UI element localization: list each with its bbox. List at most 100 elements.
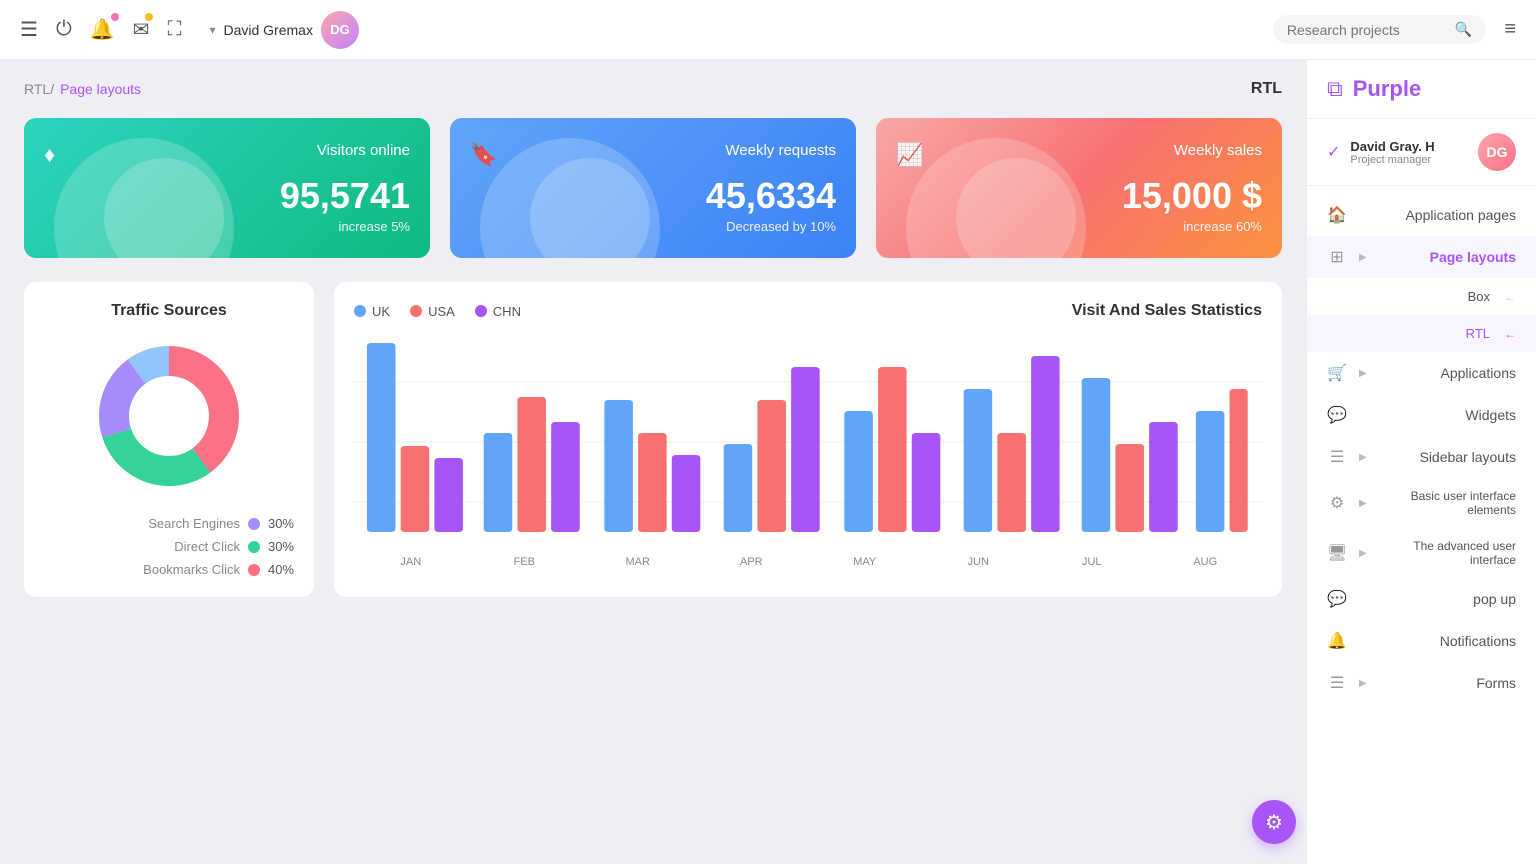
sidebar-item-notifications[interactable]: 🔔 Notifications bbox=[1307, 620, 1536, 662]
notifications-icon: 🔔 bbox=[1327, 631, 1347, 651]
power-icon[interactable]: ⏻ bbox=[56, 18, 72, 41]
search-bar[interactable]: 🔍 bbox=[1273, 15, 1486, 44]
hamburger-menu[interactable]: ≡ bbox=[1504, 18, 1516, 41]
donut-container bbox=[44, 336, 294, 496]
rtl-back-arrow: ← bbox=[1504, 327, 1516, 341]
stat-cards: ♦ Visitors online 95,5741 increase 5% 🔖 … bbox=[24, 118, 1282, 258]
donut-legend: Search Engines 30% Direct Click 30% Book… bbox=[44, 516, 294, 577]
chn-dot bbox=[475, 305, 487, 317]
sidebar-user-role: Project manager bbox=[1350, 154, 1468, 166]
settings-fab[interactable]: ⚙ bbox=[1252, 800, 1296, 844]
month-may: MAY bbox=[808, 556, 922, 568]
usa-dot bbox=[410, 305, 422, 317]
legend-item-bookmarks: Bookmarks Click 40% bbox=[44, 562, 294, 577]
brand-name: Purple bbox=[1353, 76, 1421, 102]
visitors-sub: increase 5% bbox=[44, 219, 410, 234]
sidebar-item-advanced-ui[interactable]: 🖥 ▶ The advanced user interface bbox=[1307, 528, 1536, 578]
popup-icon: 💬 bbox=[1327, 589, 1347, 609]
sidebar-layouts-label: Sidebar layouts bbox=[1377, 449, 1516, 465]
requests-title: Weekly requests bbox=[725, 142, 836, 159]
sidebar-user-avatar: DG bbox=[1478, 133, 1516, 171]
breadcrumb-right: RTL bbox=[1251, 80, 1282, 98]
stat-card-sales: 📈 Weekly sales 15,000 $ increase 60% bbox=[876, 118, 1282, 258]
donut-center bbox=[131, 378, 207, 454]
list-icon[interactable]: ☰ bbox=[20, 17, 38, 42]
sidebar-item-popup[interactable]: 💬 pop up bbox=[1307, 578, 1536, 620]
month-apr: APR bbox=[695, 556, 809, 568]
basic-ui-icon: ⚙ bbox=[1327, 493, 1347, 513]
rtl-label: RTL bbox=[1351, 326, 1490, 341]
sidebar-user-info: David Gray. H Project manager bbox=[1350, 139, 1468, 166]
advanced-ui-arrow: ▶ bbox=[1359, 548, 1367, 559]
month-feb: FEB bbox=[468, 556, 582, 568]
page-layouts-arrow: ▶ bbox=[1359, 252, 1367, 263]
donut-svg bbox=[89, 336, 249, 496]
legend-dot-search bbox=[248, 518, 260, 530]
sidebar-brand: ⧉ Purple bbox=[1307, 60, 1536, 119]
legend-label-search: Search Engines bbox=[44, 516, 240, 531]
sidebar-item-widgets[interactable]: 💬 Widgets bbox=[1307, 394, 1536, 436]
uk-label: UK bbox=[372, 304, 390, 319]
sidebar-item-sidebar-layouts[interactable]: ☰ ▶ Sidebar layouts bbox=[1307, 436, 1536, 478]
cart-icon: 🛒 bbox=[1327, 363, 1347, 383]
month-jan: JAN bbox=[354, 556, 468, 568]
usa-label: USA bbox=[428, 304, 455, 319]
bar-legend: UK USA CHN bbox=[354, 304, 521, 319]
legend-usa: USA bbox=[410, 304, 455, 319]
sidebar-item-basic-ui[interactable]: ⚙ ▶ Basic user interface elements bbox=[1307, 478, 1536, 528]
sales-sub: increase 60% bbox=[896, 219, 1262, 234]
forms-arrow: ▶ bbox=[1359, 678, 1367, 689]
sidebar-item-rtl[interactable]: RTL ← bbox=[1307, 315, 1536, 352]
grid-icon: ⊞ bbox=[1327, 247, 1347, 267]
topnav-avatar: DG bbox=[321, 11, 359, 49]
applications-label: Applications bbox=[1377, 365, 1516, 381]
traffic-chart: Traffic Sources bbox=[24, 282, 314, 597]
notifications-label: Notifications bbox=[1357, 633, 1516, 649]
box-label: Box bbox=[1351, 289, 1490, 304]
bar-months: JAN FEB MAR APR MAY JUN JUL AUG bbox=[354, 556, 1262, 568]
widgets-label: Widgets bbox=[1357, 407, 1516, 423]
sales-icon: 📈 bbox=[896, 142, 923, 168]
bar-chart-title: Visit And Sales Statistics bbox=[1072, 302, 1262, 320]
chn-label: CHN bbox=[493, 304, 521, 319]
applications-arrow: ▶ bbox=[1359, 368, 1367, 379]
legend-dot-bookmarks bbox=[248, 564, 260, 576]
stat-card-visitors: ♦ Visitors online 95,5741 increase 5% bbox=[24, 118, 430, 258]
bar-chart-svg bbox=[354, 332, 1262, 552]
sidebar-item-applications[interactable]: 🛒 ▶ Applications bbox=[1307, 352, 1536, 394]
forms-label: Forms bbox=[1377, 675, 1516, 691]
content-area: RTL/ Page layouts RTL ♦ Visitors online … bbox=[0, 60, 1306, 864]
visitors-icon: ♦ bbox=[44, 142, 55, 168]
legend-pct-search: 30% bbox=[268, 516, 294, 531]
sidebar-item-page-layouts[interactable]: ⊞ ▶ Page layouts bbox=[1307, 236, 1536, 278]
sidebar-user-name: David Gray. H bbox=[1350, 139, 1468, 154]
mail-icon[interactable]: ✉ bbox=[133, 17, 150, 42]
sidebar-nav: 🏠 Application pages ⊞ ▶ Page layouts Box… bbox=[1307, 186, 1536, 864]
search-icon: 🔍 bbox=[1455, 21, 1472, 38]
widgets-icon: 💬 bbox=[1327, 405, 1347, 425]
breadcrumb-root: RTL/ bbox=[24, 81, 54, 97]
sidebar-item-forms[interactable]: ☰ ▶ Forms bbox=[1307, 662, 1536, 704]
legend-item-direct: Direct Click 30% bbox=[44, 539, 294, 554]
month-jul: JUL bbox=[1035, 556, 1149, 568]
bar-chart-header: UK USA CHN Visit And Sales Statistics bbox=[354, 302, 1262, 320]
topnav: ☰ ⏻ 🔔 ✉ ⛶ ▾ David Gremax DG 🔍 ≡ bbox=[0, 0, 1536, 60]
legend-dot-direct bbox=[248, 541, 260, 553]
sidebar-layouts-icon: ☰ bbox=[1327, 447, 1347, 467]
requests-sub: Decreased by 10% bbox=[470, 219, 836, 234]
box-back-arrow: ← bbox=[1504, 290, 1516, 304]
bell-icon[interactable]: 🔔 bbox=[90, 17, 115, 42]
legend-pct-bookmarks: 40% bbox=[268, 562, 294, 577]
sidebar-item-box[interactable]: Box ← bbox=[1307, 278, 1536, 315]
user-menu[interactable]: ▾ David Gremax DG bbox=[209, 11, 359, 49]
visitors-title: Visitors online bbox=[317, 142, 410, 159]
breadcrumb-current[interactable]: Page layouts bbox=[60, 81, 141, 97]
search-input[interactable] bbox=[1287, 22, 1447, 38]
month-jun: JUN bbox=[922, 556, 1036, 568]
month-mar: MAR bbox=[581, 556, 695, 568]
sidebar-item-application-pages[interactable]: 🏠 Application pages bbox=[1307, 194, 1536, 236]
expand-icon[interactable]: ⛶ bbox=[167, 18, 181, 41]
brand-icon: ⧉ bbox=[1327, 76, 1343, 102]
right-sidebar: ⧉ Purple ✓ David Gray. H Project manager… bbox=[1306, 60, 1536, 864]
page-layouts-label: Page layouts bbox=[1377, 249, 1516, 265]
